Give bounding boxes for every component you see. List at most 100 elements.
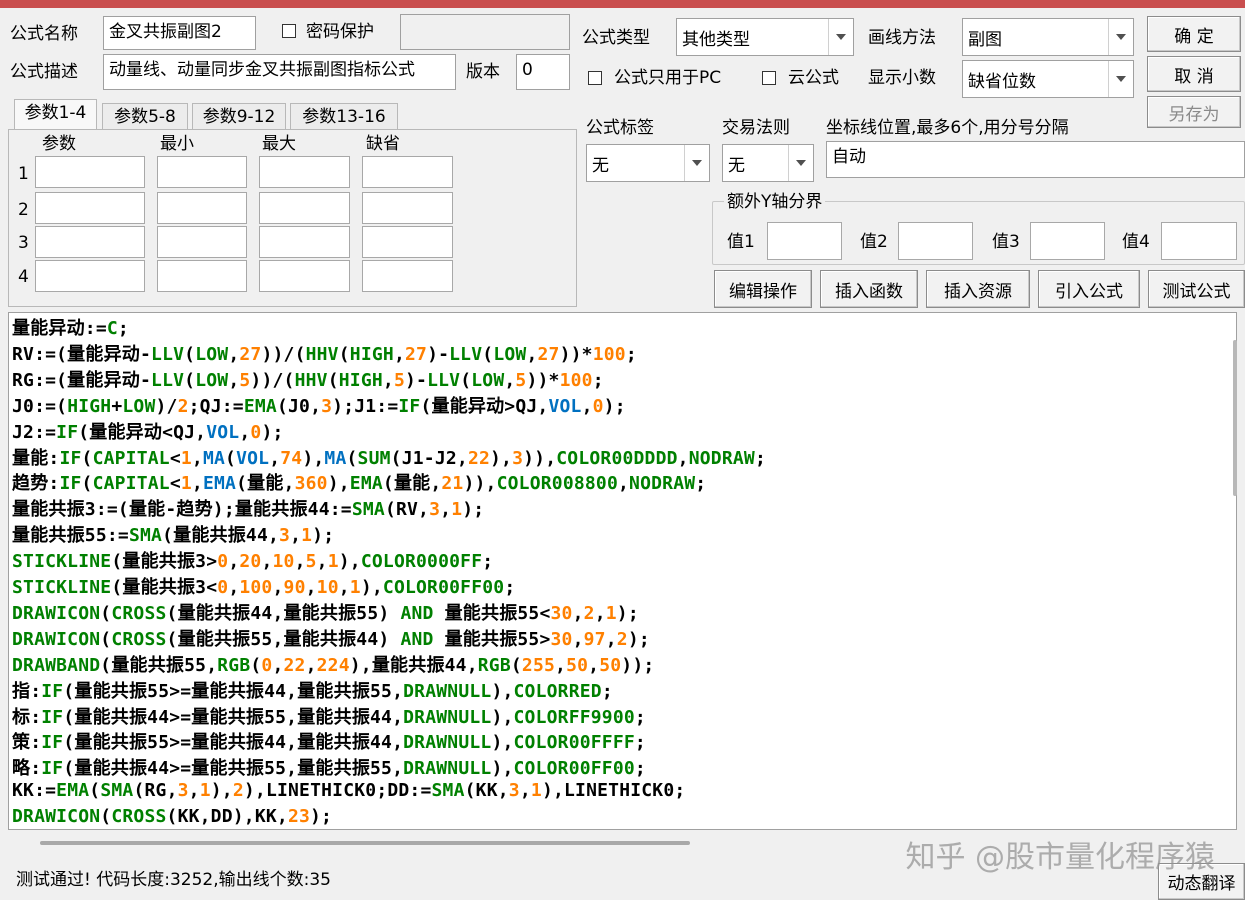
code-token: , bbox=[382, 369, 394, 391]
param-2-min-input[interactable] bbox=[157, 192, 247, 224]
param-3-name-input[interactable] bbox=[35, 226, 145, 258]
param-1-max-input[interactable] bbox=[259, 156, 350, 188]
test-formula-button[interactable]: 测试公式 bbox=[1148, 270, 1245, 308]
param-3-min-input[interactable] bbox=[157, 226, 247, 258]
param-4-max-input[interactable] bbox=[259, 260, 350, 292]
code-token: ; bbox=[695, 473, 707, 495]
chevron-down-icon[interactable] bbox=[788, 145, 813, 181]
cloud-formula-checkbox[interactable] bbox=[762, 71, 776, 85]
chevron-down-icon[interactable] bbox=[684, 145, 709, 181]
tab-params-1-4[interactable]: 参数1-4 bbox=[14, 99, 97, 129]
code-line[interactable]: 量能共振55:=SMA(量能共振44,3,1); bbox=[12, 521, 334, 547]
insert-function-button[interactable]: 插入函数 bbox=[820, 270, 918, 308]
value1-input[interactable] bbox=[767, 222, 842, 260]
param-3-default-input[interactable] bbox=[362, 226, 453, 258]
chevron-down-icon[interactable] bbox=[828, 19, 853, 55]
code-line[interactable]: STICKLINE(量能共振3>0,20,10,5,1),COLOR0000FF… bbox=[12, 547, 493, 573]
formula-name-input[interactable]: 金叉共振副图2 bbox=[103, 16, 256, 50]
save-as-button[interactable]: 另存为 bbox=[1147, 96, 1241, 128]
code-token: HHV bbox=[305, 343, 339, 365]
code-line[interactable]: 趋势:IF(CAPITAL<1,EMA(量能,360),EMA(量能,21)),… bbox=[12, 469, 706, 495]
code-token: 360 bbox=[294, 473, 328, 495]
vertical-scrollbar[interactable] bbox=[1233, 340, 1237, 496]
param-1-default-input[interactable] bbox=[362, 156, 453, 188]
code-editor[interactable]: 量能异动:=C; RV:=(量能异动-LLV(LOW,27))/(HHV(HIGH… bbox=[8, 312, 1237, 830]
ok-button[interactable]: 确 定 bbox=[1147, 16, 1241, 52]
code-line[interactable]: RG:=(量能异动-LLV(LOW,5))/(HHV(HIGH,5)-LLV(L… bbox=[12, 366, 604, 392]
param-3-max-input[interactable] bbox=[259, 226, 350, 258]
code-line[interactable]: RV:=(量能异动-LLV(LOW,27))/(HHV(HIGH,27)-LLV… bbox=[12, 340, 637, 366]
param-2-name-input[interactable] bbox=[35, 192, 145, 224]
formula-tag-select[interactable]: 无 bbox=[586, 144, 710, 182]
code-line[interactable]: 量能共振3:=(量能-趋势);量能共振44:=SMA(RV,3,1); bbox=[12, 495, 484, 521]
axis-position-input[interactable]: 自动 bbox=[826, 141, 1245, 178]
code-token: 0 bbox=[217, 577, 229, 598]
code-token: RGB bbox=[477, 654, 511, 676]
code-line[interactable]: 标:IF(量能共振44>=量能共振55,量能共振44,DRAWNULL),COL… bbox=[12, 703, 646, 729]
code-token: ; bbox=[625, 343, 637, 365]
param-4-name-input[interactable] bbox=[35, 260, 145, 292]
code-token: LOW bbox=[493, 343, 527, 365]
code-token: , bbox=[338, 577, 350, 598]
code-token: 22 bbox=[283, 654, 306, 676]
code-token: EMA bbox=[202, 473, 237, 495]
code-token: , bbox=[305, 577, 317, 598]
value3-input[interactable] bbox=[1030, 222, 1105, 260]
code-line[interactable]: DRAWICON(CROSS(量能共振55,量能共振44) AND 量能共振55… bbox=[12, 625, 650, 651]
code-token: )- bbox=[405, 369, 428, 391]
chevron-down-icon[interactable] bbox=[1108, 19, 1133, 55]
param-4-default-input[interactable] bbox=[362, 260, 453, 292]
pc-only-label: 公式只用于PC bbox=[614, 68, 722, 88]
param-1-min-input[interactable] bbox=[157, 156, 247, 188]
tab-params-5-8[interactable]: 参数5-8 bbox=[102, 103, 188, 130]
code-token: , bbox=[677, 447, 689, 469]
code-line[interactable]: STICKLINE(量能共振3<0,100,90,10,1),COLOR00FF… bbox=[12, 573, 515, 599]
param-2-default-input[interactable] bbox=[362, 192, 453, 224]
import-formula-button[interactable]: 引入公式 bbox=[1038, 270, 1140, 308]
code-token: ; bbox=[754, 447, 766, 469]
edit-operations-button[interactable]: 编辑操作 bbox=[714, 270, 812, 308]
code-line[interactable]: DRAWICON(CROSS(量能共振44,量能共振55) AND 量能共振55… bbox=[12, 599, 639, 625]
password-input[interactable] bbox=[400, 14, 570, 50]
code-token: ;QJ:= bbox=[188, 395, 244, 417]
chevron-down-icon[interactable] bbox=[1108, 61, 1133, 97]
code-token: ; bbox=[592, 369, 604, 391]
code-token: CAPITAL bbox=[92, 447, 170, 469]
param-2-max-input[interactable] bbox=[259, 192, 350, 224]
code-token: ), bbox=[302, 447, 325, 469]
value2-input[interactable] bbox=[898, 222, 973, 260]
code-line[interactable]: 略:IF(量能共振44>=量能共振55,量能共振55,DRAWNULL),COL… bbox=[12, 754, 646, 780]
param-1-name-input[interactable] bbox=[35, 156, 145, 188]
param-4-min-input[interactable] bbox=[157, 260, 247, 292]
draw-method-select[interactable]: 副图 bbox=[962, 18, 1134, 56]
password-checkbox[interactable] bbox=[282, 24, 296, 38]
code-token: 100 bbox=[592, 343, 626, 365]
code-line[interactable]: J0:=(HIGH+LOW)/2;QJ:=EMA(J0,3);J1:=IF(量能… bbox=[12, 392, 626, 418]
decimals-select[interactable]: 缺省位数 bbox=[962, 60, 1134, 98]
code-line[interactable]: DRAWICON(CROSS(KK,DD),KK,23); bbox=[12, 806, 332, 827]
code-token: 27 bbox=[404, 343, 428, 365]
value4-input[interactable] bbox=[1161, 222, 1237, 260]
code-token: 50 bbox=[599, 654, 622, 676]
formula-type-select[interactable]: 其他类型 bbox=[676, 18, 854, 56]
cancel-button[interactable]: 取 消 bbox=[1147, 56, 1241, 92]
tab-params-9-12[interactable]: 参数9-12 bbox=[192, 103, 286, 130]
code-line[interactable]: J2:=IF(量能异动<QJ,VOL,0); bbox=[12, 418, 284, 444]
code-token: DRAWNULL bbox=[403, 732, 492, 754]
version-input[interactable]: 0 bbox=[516, 54, 570, 90]
code-line[interactable]: 指:IF(量能共振55>=量能共振44,量能共振55,DRAWNULL),COL… bbox=[12, 677, 613, 703]
code-token: 略: bbox=[12, 758, 42, 780]
horizontal-scrollbar[interactable] bbox=[40, 841, 690, 845]
code-line[interactable]: KK:=EMA(SMA(RG,3,1),2),LINETHICK0;DD:=SM… bbox=[12, 780, 685, 801]
pc-only-checkbox[interactable] bbox=[588, 71, 602, 85]
trade-rule-select[interactable]: 无 bbox=[722, 144, 814, 182]
insert-resource-button[interactable]: 插入资源 bbox=[926, 270, 1030, 308]
tab-params-13-16[interactable]: 参数13-16 bbox=[290, 103, 398, 130]
code-line[interactable]: DRAWBAND(量能共振55,RGB(0,22,224),量能共振44,RGB… bbox=[12, 651, 654, 677]
code-token: , bbox=[393, 343, 405, 365]
code-line[interactable]: 策:IF(量能共振55>=量能共振44,量能共振44,DRAWNULL),COL… bbox=[12, 728, 646, 754]
code-line[interactable]: 量能:IF(CAPITAL<1,MA(VOL,74),MA(SUM(J1-J2,… bbox=[12, 444, 766, 470]
formula-desc-input[interactable]: 动量线、动量同步金叉共振副图指标公式 bbox=[103, 54, 456, 90]
draw-method-label: 画线方法 bbox=[868, 28, 936, 48]
code-line[interactable]: 量能异动:=C; bbox=[12, 314, 129, 340]
